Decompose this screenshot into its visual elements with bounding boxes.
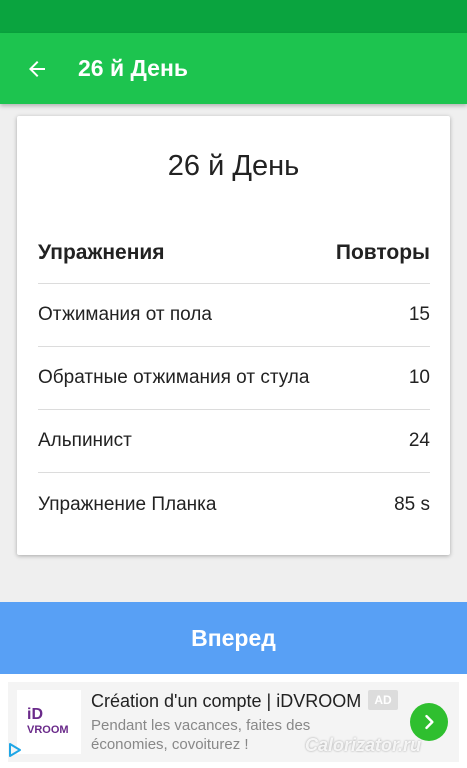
ad-headline[interactable]: Création d'un compte | iDVROOM bbox=[91, 691, 361, 712]
app-bar-title: 26 й День bbox=[78, 55, 188, 81]
adchoices-icon[interactable] bbox=[7, 742, 23, 758]
header-exercise: Упражнения bbox=[38, 240, 165, 264]
exercise-name: Отжимания от пола bbox=[38, 304, 212, 325]
table-row: Альпинист 24 bbox=[38, 410, 430, 473]
ad-badge: AD bbox=[368, 690, 398, 710]
table-row: Обратные отжимания от стула 10 bbox=[38, 347, 430, 410]
arrow-left-icon bbox=[29, 60, 45, 77]
exercise-reps: 15 bbox=[408, 304, 430, 325]
table-header: Упражнения Повторы bbox=[38, 222, 430, 284]
watermark: Calorizator.ru bbox=[305, 735, 422, 755]
exercise-reps: 24 bbox=[408, 430, 430, 451]
table-row: Упражнение Планка 85 s bbox=[38, 473, 430, 536]
exercise-name: Упражнение Планка bbox=[38, 493, 217, 515]
header-reps: Повторы bbox=[335, 240, 430, 264]
next-button[interactable]: Вперед bbox=[0, 602, 467, 674]
ad-logo-id: iD bbox=[27, 706, 43, 723]
ad-logo-text: VROOM bbox=[27, 724, 69, 736]
table-row: Отжимания от пола 15 bbox=[38, 284, 430, 347]
exercise-name: Обратные отжимания от стула bbox=[38, 367, 310, 388]
status-bar bbox=[0, 0, 467, 33]
ad-logo: iD VROOM bbox=[17, 690, 81, 754]
exercise-reps: 10 bbox=[408, 367, 430, 388]
back-button[interactable] bbox=[0, 33, 74, 104]
chevron-right-icon bbox=[425, 714, 434, 730]
exercise-name: Альпинист bbox=[38, 430, 132, 451]
exercise-reps: 85 s bbox=[394, 493, 430, 515]
app-bar: 26 й День bbox=[0, 33, 467, 104]
card-title: 26 й День bbox=[167, 150, 300, 182]
exercise-table: Упражнения Повторы Отжимания от пола 15 … bbox=[38, 222, 430, 536]
